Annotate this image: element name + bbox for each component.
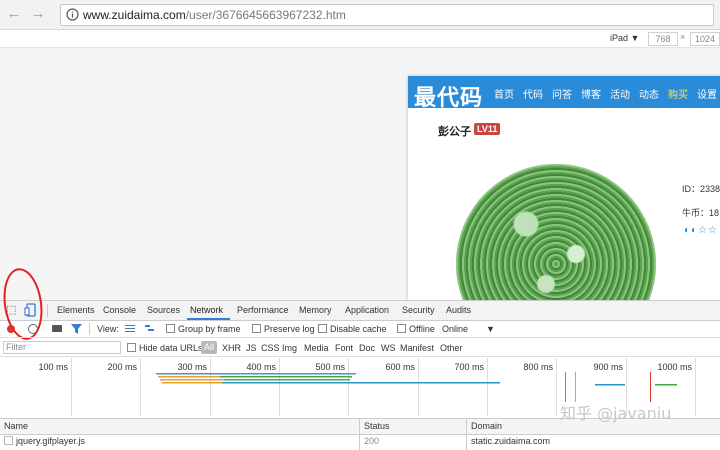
file-icon — [4, 436, 13, 445]
group-by-frame-checkbox[interactable]: Group by frame — [166, 324, 241, 334]
url-text: www.zuidaima.com/user/3676645663967232.h… — [83, 8, 346, 22]
tab-sources[interactable]: Sources — [147, 305, 180, 315]
site-page: 最代码 首页代码问答博客活动动态购买设置我 彭公子 LV11 ID：2338 牛… — [408, 76, 720, 300]
type-filter-doc[interactable]: Doc — [359, 343, 375, 353]
nav-item-qa[interactable]: 问答 — [552, 90, 572, 101]
table-row[interactable]: jquery.gifplayer.js 200 static.zuidaima.… — [0, 434, 720, 449]
forward-button[interactable]: → — [30, 6, 46, 22]
overview-icon[interactable] — [145, 325, 156, 332]
throttle-value: Online — [442, 324, 469, 334]
tab-divider — [47, 304, 48, 317]
nav-item-settings[interactable]: 设置 — [697, 90, 717, 101]
nav-item-code[interactable]: 代码 — [523, 90, 543, 101]
network-controls: View: Group by frame Preserve log Disabl… — [0, 321, 720, 338]
type-filter-media[interactable]: Media — [304, 343, 329, 353]
type-filter-all[interactable]: All — [201, 341, 218, 354]
user-id: ID：2338 — [682, 184, 720, 194]
column-header-status[interactable]: Status — [364, 421, 390, 431]
request-status: 200 — [364, 436, 380, 446]
offline-label: Offline — [409, 324, 435, 334]
address-bar: ← → www.zuidaima.com/user/36766456639672… — [0, 0, 720, 30]
hide-data-urls-checkbox[interactable]: Hide data URLs — [127, 343, 203, 353]
dimension-separator: × — [680, 32, 686, 42]
devtools-tab-bar: ⬚ Elements Console Sources Network Perfo… — [0, 301, 720, 321]
type-filter-css[interactable]: CSS — [261, 343, 280, 353]
tab-console[interactable]: Console — [103, 305, 136, 315]
nav-item-home[interactable]: 首页 — [494, 90, 514, 101]
nav-item-activity[interactable]: 活动 — [610, 90, 630, 101]
disable-cache-label: Disable cache — [330, 324, 387, 334]
filter-icon[interactable] — [71, 324, 82, 334]
device-height-input[interactable]: 1024 — [690, 32, 720, 46]
devtools-panel: ⬚ Elements Console Sources Network Perfo… — [0, 265, 720, 450]
tab-application[interactable]: Application — [345, 305, 389, 315]
group-by-frame-label: Group by frame — [178, 324, 241, 334]
user-coins: 牛币：18 — [682, 208, 720, 218]
type-filter-img[interactable]: Img — [282, 343, 297, 353]
url-host: www.zuidaima.com — [83, 8, 186, 22]
throttle-select[interactable]: Online ▼ — [442, 324, 495, 334]
controls-divider — [89, 323, 90, 335]
hide-data-urls-label: Hide data URLs — [139, 343, 203, 353]
device-select[interactable]: iPad ▼ — [610, 33, 639, 43]
disable-cache-checkbox[interactable]: Disable cache — [318, 324, 387, 334]
request-domain: static.zuidaima.com — [471, 436, 551, 446]
request-name-cell: jquery.gifplayer.js — [4, 436, 85, 446]
nav-item-buy[interactable]: 购买 — [668, 90, 688, 101]
request-name: jquery.gifplayer.js — [16, 436, 85, 446]
emulated-viewport: 最代码 首页代码问答博客活动动态购买设置我 彭公子 LV11 ID：2338 牛… — [0, 48, 720, 300]
arrow-left-icon: ← — [6, 5, 22, 22]
device-toolbar: iPad ▼ 768 × 1024 — [0, 30, 720, 48]
chevron-down-icon: ▼ — [486, 324, 495, 334]
nav-item-feed[interactable]: 动态 — [639, 90, 659, 101]
back-button[interactable]: ← — [6, 6, 22, 22]
avatar — [456, 164, 656, 300]
column-header-domain[interactable]: Domain — [471, 421, 502, 431]
filter-input[interactable]: Filter — [3, 341, 121, 354]
tab-elements[interactable]: Elements — [57, 305, 95, 315]
view-label: View: — [97, 324, 119, 334]
tab-network[interactable]: Network — [190, 305, 223, 315]
info-icon — [66, 8, 79, 21]
device-width-input[interactable]: 768 — [648, 32, 678, 46]
url-input[interactable]: www.zuidaima.com/user/3676645663967232.h… — [60, 4, 714, 26]
url-path: /user/3676645663967232.htm — [185, 8, 346, 22]
type-filter-js[interactable]: JS — [246, 343, 257, 353]
arrow-right-icon: → — [30, 5, 46, 22]
type-filter-ws[interactable]: WS — [381, 343, 396, 353]
column-header-name[interactable]: Name — [4, 421, 28, 431]
type-filter-xhr[interactable]: XHR — [222, 343, 241, 353]
type-filter-other[interactable]: Other — [440, 343, 463, 353]
rank-icons: ◐◐☆☆ — [684, 225, 719, 236]
record-icon[interactable] — [7, 325, 15, 333]
filter-row: Filter Hide data URLs All XHR JS CSS Img… — [0, 339, 720, 357]
user-name: 彭公子 — [438, 126, 471, 138]
camera-icon[interactable] — [52, 325, 62, 332]
tab-memory[interactable]: Memory — [299, 305, 332, 315]
preserve-log-label: Preserve log — [264, 324, 315, 334]
nav-item-blog[interactable]: 博客 — [581, 90, 601, 101]
large-rows-icon[interactable] — [125, 325, 135, 332]
type-filter-font[interactable]: Font — [335, 343, 353, 353]
active-tab-indicator — [187, 318, 230, 320]
preserve-log-checkbox[interactable]: Preserve log — [252, 324, 315, 334]
site-header: 最代码 首页代码问答博客活动动态购买设置我 — [408, 76, 720, 111]
site-nav: 首页代码问答博客活动动态购买设置我 — [494, 86, 720, 101]
type-filter-manifest[interactable]: Manifest — [400, 343, 434, 353]
tab-audits[interactable]: Audits — [446, 305, 471, 315]
watermark: 知乎 @javaniu — [560, 404, 672, 423]
tab-security[interactable]: Security — [402, 305, 435, 315]
tab-performance[interactable]: Performance — [237, 305, 289, 315]
level-badge: LV11 — [474, 123, 501, 135]
offline-checkbox[interactable]: Offline — [397, 324, 435, 334]
site-logo[interactable]: 最代码 — [414, 80, 483, 112]
clear-icon[interactable] — [28, 324, 38, 334]
